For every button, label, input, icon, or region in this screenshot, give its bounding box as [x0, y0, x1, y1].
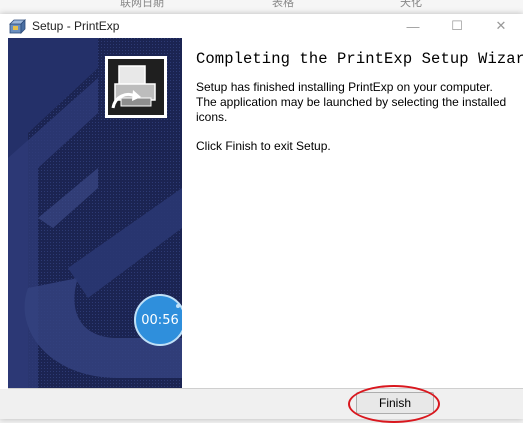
- wizard-side-graphic: 00:56: [8, 38, 182, 388]
- minimize-button[interactable]: —: [391, 14, 435, 38]
- finish-button[interactable]: Finish: [356, 392, 434, 414]
- maximize-button[interactable]: ☐: [435, 14, 479, 38]
- completion-message: Setup has finished installing PrintExp o…: [196, 80, 507, 124]
- background-text-1: 联网日期: [120, 0, 164, 9]
- background-text-2: 表格: [272, 0, 294, 9]
- window-title: Setup - PrintExp: [32, 19, 120, 33]
- wizard-heading: Completing the PrintExp Setup Wizard: [196, 50, 523, 68]
- button-bar: [0, 389, 523, 419]
- wizard-content: Completing the PrintExp Setup Wizard Set…: [196, 50, 523, 168]
- setup-box-icon: [9, 19, 26, 34]
- exit-instruction: Click Finish to exit Setup.: [196, 139, 331, 153]
- printer-install-icon: [105, 56, 167, 118]
- close-button[interactable]: ✕: [479, 14, 523, 38]
- countdown-timer: 00:56: [134, 294, 182, 346]
- background-app-strip: 联网日期 表格 天化: [0, 0, 523, 14]
- title-bar[interactable]: Setup - PrintExp — ☐ ✕: [0, 14, 523, 38]
- setup-window: Setup - PrintExp — ☐ ✕ 00:56 Completing …: [0, 14, 523, 423]
- background-text-3: 天化: [400, 0, 422, 9]
